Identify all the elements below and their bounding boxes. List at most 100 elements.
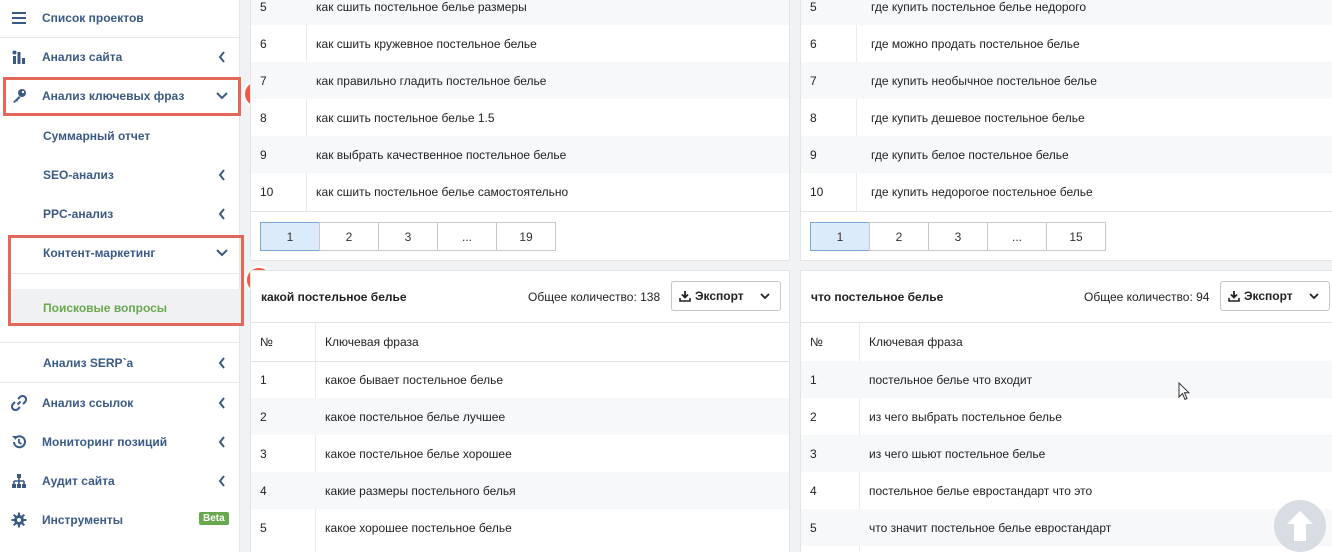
keywords-table-panel-where: 5 где купить постельное белье недорого 6 гд…: [800, 0, 1332, 261]
sidebar-item-seo[interactable]: SEO-анализ: [0, 155, 240, 194]
keyword-phrase[interactable]: какое хорошее постельное белье: [325, 521, 512, 535]
table-row: 3 из чего шьют постельное белье: [801, 435, 1332, 472]
keyword-phrase[interactable]: как выбрать качественное постельное бель…: [316, 148, 566, 162]
table-row: 7 где купить необычное постельное белье: [801, 62, 1332, 99]
keyword-phrase[interactable]: из чего шьют постельное белье: [869, 447, 1045, 461]
row-number: 1: [810, 372, 817, 387]
column-header-keyword: Ключевая фраза: [325, 335, 419, 349]
table-row: 3 какое постельное белье хорошее: [251, 435, 789, 472]
keyword-phrase[interactable]: где купить недорогое постельное белье: [871, 185, 1093, 199]
row-number: 5: [810, 0, 817, 14]
keyword-phrase[interactable]: какое постельное белье хорошее: [325, 447, 512, 461]
table-row: 6 где можно продать постельное белье: [801, 25, 1332, 62]
page-button[interactable]: 1: [260, 222, 320, 251]
keyword-phrase[interactable]: какие размеры постельного белья: [325, 484, 516, 498]
keyword-phrase[interactable]: какое постельное белье лучшее: [325, 410, 505, 424]
export-label: Экспорт: [1244, 289, 1293, 303]
sidebar-item-serp[interactable]: Анализ SERP`a: [0, 343, 240, 382]
table-row: 5 как сшить постельное белье размеры: [251, 0, 789, 25]
page-button[interactable]: 15: [1046, 222, 1106, 251]
sidebar-item-site-analysis[interactable]: Анализ сайта: [0, 37, 240, 76]
sitemap-icon: [11, 473, 27, 489]
row-number: 4: [260, 483, 267, 498]
page-button[interactable]: 3: [928, 222, 988, 251]
row-number: 5: [810, 520, 817, 535]
page-button[interactable]: ...: [987, 222, 1047, 251]
keyword-phrase[interactable]: где купить белое постельное белье: [871, 148, 1069, 162]
keyword-phrase[interactable]: как правильно гладить постельное белье: [316, 74, 546, 88]
gear-icon: [11, 512, 27, 528]
page-button[interactable]: 19: [496, 222, 556, 251]
keyword-phrase[interactable]: постельное белье что входит: [869, 373, 1032, 387]
row-number: 3: [810, 446, 817, 461]
keyword-phrase[interactable]: что значит постельное белье евростандарт: [869, 521, 1111, 535]
header-border: [251, 322, 789, 323]
download-icon: [1228, 290, 1240, 302]
row-number: 9: [260, 147, 267, 162]
export-button[interactable]: Экспорт: [1220, 281, 1330, 311]
table-bottom-border: [801, 211, 1332, 212]
keyword-phrase[interactable]: постельное белье евростандарт что это: [869, 484, 1092, 498]
keyword-phrase[interactable]: какое бывает постельное белье: [325, 373, 503, 387]
table-row: 6 как сшить кружевное постельное белье: [251, 25, 789, 62]
pagination: 1 2 3... 15: [810, 222, 1106, 251]
sidebar-item-tools[interactable]: Инструменты Beta: [0, 500, 240, 539]
keywords-table-panel-how: 5 как сшить постельное белье размеры 6 как …: [250, 0, 790, 261]
export-button[interactable]: Экспорт: [671, 281, 781, 311]
keyword-phrase[interactable]: как сшить постельное белье размеры: [316, 0, 527, 14]
page-button[interactable]: 2: [869, 222, 929, 251]
total-count: Общее количество: 94: [1084, 290, 1210, 304]
keyword-phrase[interactable]: как сшить кружевное постельное белье: [316, 37, 537, 51]
sidebar-item-ppc[interactable]: PPC-анализ: [0, 194, 240, 233]
row-number: 5: [260, 0, 267, 14]
keyword-phrase[interactable]: где купить необычное постельное белье: [871, 74, 1097, 88]
column-header-number: №: [810, 335, 823, 349]
download-icon: [679, 290, 691, 302]
sidebar-item-links[interactable]: Анализ ссылок: [0, 383, 240, 422]
chevron-left-icon: [215, 396, 229, 410]
total-count: Общее количество: 138: [528, 290, 661, 304]
sidebar-item-projects[interactable]: Список проектов: [0, 0, 240, 37]
sidebar-item-monitoring[interactable]: Мониторинг позиций: [0, 422, 240, 461]
table-row: 2 какое постельное белье лучшее: [251, 398, 789, 435]
chevron-left-icon: [215, 50, 229, 64]
sidebar-item-audit[interactable]: Аудит сайта: [0, 461, 240, 500]
page-button[interactable]: 2: [319, 222, 379, 251]
chevron-down-icon: [760, 292, 770, 300]
column-header-keyword: Ключевая фраза: [869, 335, 963, 349]
column-header-number: №: [260, 335, 273, 349]
panel-title: что постельное белье: [811, 290, 944, 304]
keyword-phrase[interactable]: как сшить постельное белье 1.5: [316, 111, 495, 125]
page-button[interactable]: ...: [437, 222, 497, 251]
sidebar-item-label: Анализ ссылок: [42, 395, 134, 410]
chevron-left-icon: [215, 474, 229, 488]
table-row: 9 как выбрать качественное постельное бел…: [251, 136, 789, 173]
chart-icon: [11, 49, 27, 65]
sidebar-item-summary[interactable]: Суммарный отчет: [0, 116, 240, 155]
link-icon: [11, 394, 27, 411]
sidebar-item-label: PPC-анализ: [43, 206, 114, 221]
row-number: 10: [810, 184, 824, 199]
page-button[interactable]: 1: [810, 222, 870, 251]
keyword-phrase[interactable]: где купить дешевое постельное белье: [871, 111, 1085, 125]
scroll-to-top-button[interactable]: [1274, 500, 1326, 552]
menu-icon: [11, 10, 27, 26]
keyword-phrase[interactable]: где купить постельное белье недорого: [871, 0, 1086, 14]
table-row: 10 как сшить постельное белье самостоятел…: [251, 173, 789, 210]
panel-title: какой постельное белье: [261, 290, 407, 304]
table-row: 4 какие размеры постельного белья: [251, 472, 789, 509]
page-button[interactable]: 3: [378, 222, 438, 251]
sidebar-item-label: Инструменты: [42, 512, 124, 527]
row-number: 3: [260, 446, 267, 461]
mouse-cursor-icon: [1178, 381, 1191, 404]
table-row: 8 где купить дешевое постельное белье: [801, 99, 1332, 136]
row-number: 7: [260, 73, 267, 88]
keyword-phrase[interactable]: как сшить постельное белье самостоятельн…: [316, 185, 568, 199]
row-number: 10: [260, 184, 274, 199]
table-row: 4 постельное белье евростандарт что это: [801, 472, 1332, 509]
row-number: 6: [810, 36, 817, 51]
keyword-phrase[interactable]: из чего выбрать постельное белье: [869, 410, 1062, 424]
history-icon: [11, 434, 27, 450]
keywords-table-panel-which: какой постельное белье Общее количество:…: [250, 270, 790, 552]
keyword-phrase[interactable]: где можно продать постельное белье: [871, 37, 1080, 51]
